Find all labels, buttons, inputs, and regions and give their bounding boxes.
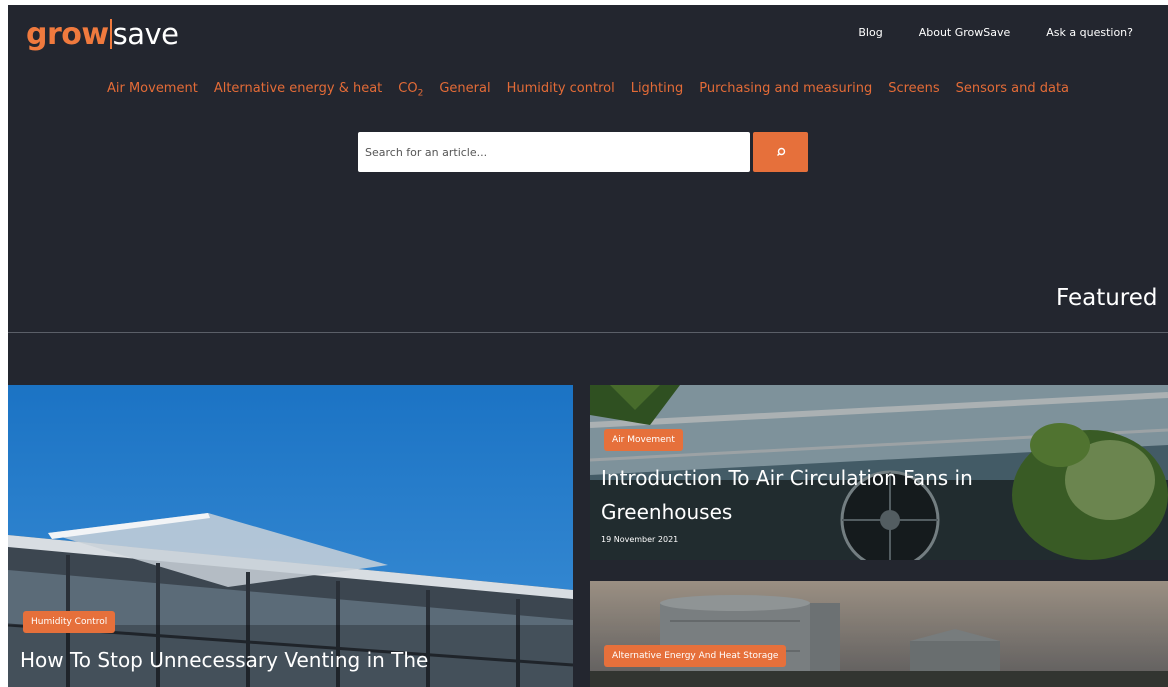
section-divider — [8, 332, 1168, 333]
article-card-air-circulation[interactable]: Air Movement Introduction To Air Circula… — [590, 385, 1168, 560]
nav-link-ask-question[interactable]: Ask a question? — [1046, 26, 1133, 39]
logo-divider — [109, 19, 112, 49]
article-card-humidity[interactable]: Humidity Control How To Stop Unnecessary… — [8, 385, 573, 687]
page-frame: grow save Blog About GrowSave Ask a ques… — [8, 5, 1168, 687]
category-purchasing[interactable]: Purchasing and measuring — [699, 81, 872, 99]
article-card-heat-storage[interactable]: Alternative Energy And Heat Storage — [590, 581, 1168, 687]
nav-link-blog[interactable]: Blog — [858, 26, 882, 39]
category-badge[interactable]: Alternative Energy And Heat Storage — [604, 645, 787, 667]
growsave-logo[interactable]: grow save — [26, 17, 179, 52]
category-screens[interactable]: Screens — [888, 81, 939, 99]
category-sensors-data[interactable]: Sensors and data — [956, 81, 1069, 99]
nav-link-about[interactable]: About GrowSave — [919, 26, 1011, 39]
co2-label: CO — [398, 81, 418, 96]
article-title-line-2[interactable]: Greenhouses — [601, 495, 732, 529]
featured-heading: Featured — [1056, 285, 1158, 311]
co2-subscript: 2 — [417, 88, 424, 99]
search-input[interactable] — [358, 132, 750, 172]
category-air-movement[interactable]: Air Movement — [107, 81, 198, 99]
logo-save-text: save — [112, 17, 179, 51]
category-alternative-energy[interactable]: Alternative energy & heat — [214, 81, 382, 99]
top-navigation: Blog About GrowSave Ask a question? — [858, 26, 1133, 39]
category-badge[interactable]: Humidity Control — [23, 611, 116, 633]
article-title-line-1[interactable]: Introduction To Air Circulation Fans in — [601, 461, 973, 495]
greenhouse-roof-image — [8, 385, 573, 687]
category-humidity-control[interactable]: Humidity control — [507, 81, 615, 99]
category-co2[interactable]: CO2 — [398, 81, 423, 99]
logo-grow-text: grow — [26, 17, 109, 52]
category-badge[interactable]: Air Movement — [604, 429, 683, 451]
heat-storage-tanks-image — [590, 581, 1168, 687]
search-button[interactable] — [753, 132, 808, 172]
category-lighting[interactable]: Lighting — [631, 81, 684, 99]
search-icon — [776, 147, 785, 156]
article-title[interactable]: How To Stop Unnecessary Venting in The — [20, 643, 428, 677]
category-navigation: Air Movement Alternative energy & heat C… — [8, 81, 1168, 99]
article-date: 19 November 2021 — [601, 535, 679, 544]
category-general[interactable]: General — [439, 81, 490, 99]
